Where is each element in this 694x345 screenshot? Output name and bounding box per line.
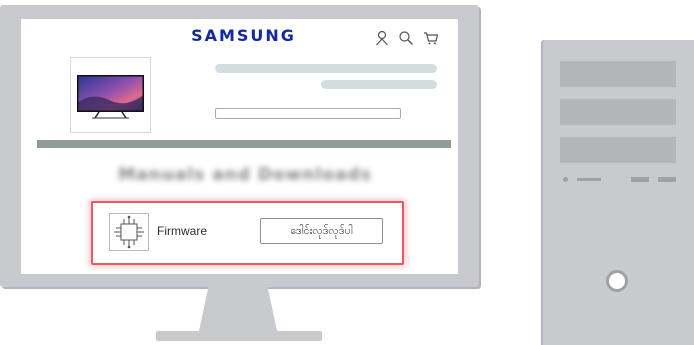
blurred-section-heading: Manuals and Downloads xyxy=(118,165,372,185)
monitor-stand-base xyxy=(156,331,322,341)
drive-bay xyxy=(560,61,676,87)
usb-port-icon xyxy=(658,177,676,182)
section-divider xyxy=(37,140,451,148)
placeholder-line xyxy=(321,80,437,89)
cart-icon[interactable] xyxy=(423,30,439,46)
product-thumbnail[interactable] xyxy=(70,57,151,133)
firmware-label: Firmware xyxy=(157,224,207,238)
drive-bay xyxy=(560,137,676,163)
monitor-stand-neck xyxy=(199,287,277,331)
account-icon[interactable] xyxy=(374,30,390,46)
power-button[interactable] xyxy=(606,270,628,292)
placeholder-input[interactable] xyxy=(215,108,401,119)
download-button[interactable]: ဒေါင်းလုဒ်လုဒ်ပါ xyxy=(260,218,383,244)
drive-bay xyxy=(560,99,676,125)
tv-image xyxy=(77,75,144,119)
status-indicator xyxy=(577,178,601,181)
placeholder-line xyxy=(215,64,437,73)
power-led-icon xyxy=(563,177,568,182)
chip-icon xyxy=(109,213,149,251)
usb-port-icon xyxy=(631,177,649,182)
search-icon[interactable] xyxy=(398,30,414,46)
